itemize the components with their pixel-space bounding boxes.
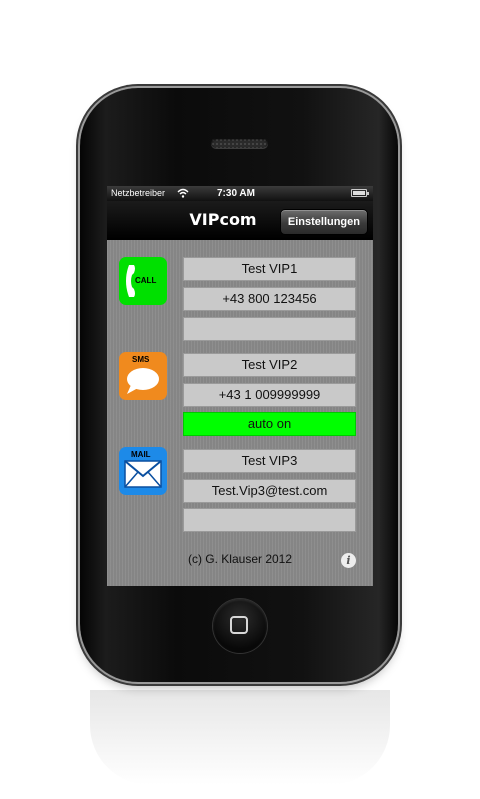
vip3-status-field[interactable] — [183, 508, 356, 532]
mail-icon[interactable]: MAIL — [119, 447, 167, 495]
mail-icon-label: MAIL — [131, 450, 151, 459]
call-icon-label: CALL — [135, 276, 157, 285]
vip1-phone-field[interactable]: +43 800 123456 — [183, 287, 356, 311]
vip1-name-field[interactable]: Test VIP1 — [183, 257, 356, 281]
settings-button[interactable]: Einstellungen — [279, 209, 368, 235]
vip2-status-field[interactable]: auto on — [183, 412, 356, 436]
info-icon[interactable]: i — [341, 553, 356, 568]
sms-icon[interactable]: SMS — [119, 352, 167, 400]
navigation-bar: VIPcom Einstellungen — [107, 201, 373, 240]
earpiece-speaker — [211, 138, 268, 148]
carrier-name: Netzbetreiber — [111, 188, 166, 198]
vip-list: CALL Test VIP1 +43 800 123456 SMS Test V… — [107, 240, 373, 586]
vip3-email-field[interactable]: Test.Vip3@test.com — [183, 479, 356, 503]
status-time: 7:30 AM — [217, 188, 255, 199]
vip1-status-field[interactable] — [183, 317, 356, 341]
home-button[interactable] — [213, 599, 267, 653]
vip2-name-field[interactable]: Test VIP2 — [183, 353, 356, 377]
vip2-phone-field[interactable]: +43 1 009999999 — [183, 383, 356, 407]
copyright-text: (c) G. Klauser 2012 — [187, 552, 293, 566]
battery-icon — [351, 189, 369, 197]
home-square-icon — [230, 616, 248, 634]
status-bar: Netzbetreiber 7:30 AM — [107, 186, 373, 201]
call-icon[interactable]: CALL — [119, 257, 167, 305]
sms-icon-label: SMS — [132, 355, 150, 364]
phone-reflection — [90, 690, 390, 785]
screen: Netzbetreiber 7:30 AM VIPcom Einstellung… — [107, 186, 373, 586]
vip3-name-field[interactable]: Test VIP3 — [183, 449, 356, 473]
